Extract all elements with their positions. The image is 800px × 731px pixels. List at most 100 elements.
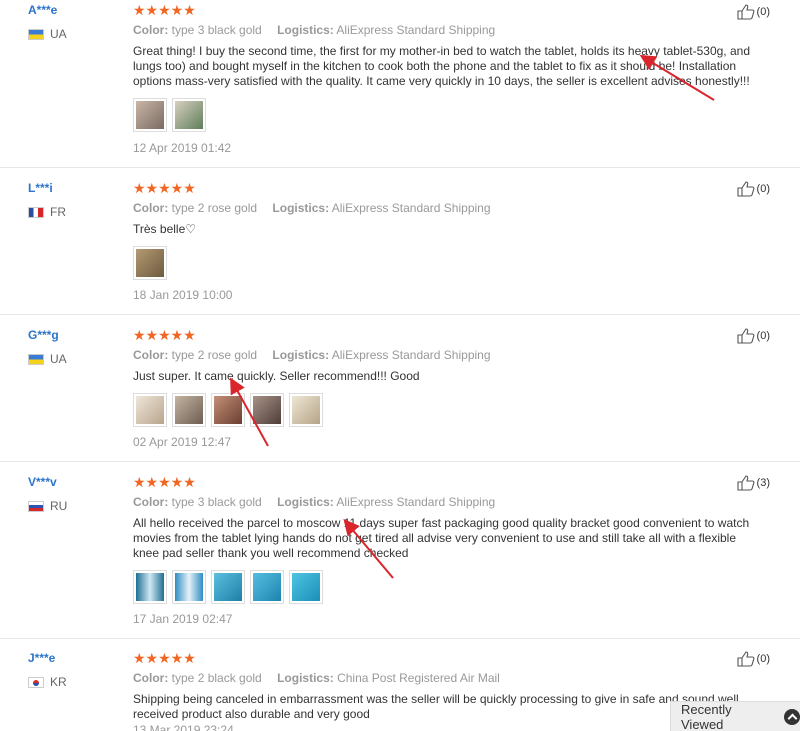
review-body: ★★★★★ Color: type 2 rose gold Logistics:… (133, 181, 760, 280)
flag-icon (28, 206, 44, 218)
flag-icon (28, 500, 44, 512)
review-photo-thumbnail[interactable] (211, 393, 245, 427)
review-date: 02 Apr 2019 12:47 (133, 435, 232, 449)
reviews-feed: A***e UA ★★★★★ Color: type 3 black gold … (0, 0, 800, 731)
country-code: UA (50, 27, 67, 41)
review-photo-thumbnail[interactable] (250, 393, 284, 427)
like-count: (3) (756, 477, 770, 489)
logistics-value: China Post Registered Air Mail (337, 671, 500, 685)
review-body: ★★★★★ Color: type 2 black gold Logistics… (133, 651, 760, 722)
like-count: (0) (756, 6, 770, 18)
country-code: UA (50, 352, 67, 366)
star-rating: ★★★★★ (133, 650, 196, 666)
review-text: Très belle♡ (133, 222, 196, 236)
review-photo-thumbnail[interactable] (211, 570, 245, 604)
reviewer-country: UA (28, 352, 67, 366)
color-label: Color: (133, 348, 169, 362)
reviewer-country: KR (28, 675, 67, 689)
review-photo-thumbnail[interactable] (250, 570, 284, 604)
review-body: ★★★★★ Color: type 2 rose gold Logistics:… (133, 328, 760, 427)
review-photo-thumbnail[interactable] (172, 98, 206, 132)
color-value: type 2 black gold (171, 671, 262, 685)
reviewer-info: A***e UA (28, 3, 67, 41)
like-button[interactable]: (0) (736, 651, 770, 667)
like-button[interactable]: (0) (736, 181, 770, 197)
review-body: ★★★★★ Color: type 3 black gold Logistics… (133, 3, 760, 132)
review-text: Just super. It came quickly. Seller reco… (133, 369, 420, 383)
review-meta: Color: type 2 rose gold Logistics: AliEx… (133, 201, 760, 215)
review-item: A***e UA ★★★★★ Color: type 3 black gold … (0, 0, 800, 168)
star-rating: ★★★★★ (133, 180, 196, 196)
reviewer-info: G***g UA (28, 328, 67, 366)
review-text: Shipping being canceled in embarrassment… (133, 692, 739, 721)
review-photo-thumbnail[interactable] (289, 393, 323, 427)
reviewer-name[interactable]: J***e (28, 651, 67, 665)
review-photos (133, 98, 760, 132)
like-count: (0) (756, 653, 770, 665)
review-meta: Color: type 3 black gold Logistics: AliE… (133, 495, 760, 509)
like-count: (0) (756, 330, 770, 342)
review-date: 12 Apr 2019 01:42 (133, 141, 232, 155)
color-label: Color: (133, 671, 169, 685)
review-text: Great thing! I buy the second time, the … (133, 44, 750, 88)
country-code: FR (50, 205, 66, 219)
star-rating: ★★★★★ (133, 327, 196, 343)
country-code: RU (50, 499, 68, 513)
thumbs-up-icon (736, 4, 754, 20)
color-value: type 3 black gold (171, 23, 262, 37)
review-photo-thumbnail[interactable] (172, 570, 206, 604)
review-body: ★★★★★ Color: type 3 black gold Logistics… (133, 475, 760, 604)
reviewer-name[interactable]: V***v (28, 475, 67, 489)
reviewer-name[interactable]: G***g (28, 328, 67, 342)
review-photo-thumbnail[interactable] (133, 246, 167, 280)
logistics-value: AliExpress Standard Shipping (336, 23, 496, 37)
reviewer-name[interactable]: A***e (28, 3, 67, 17)
recently-viewed-button[interactable]: Recently Viewed (670, 701, 800, 731)
reviewer-info: V***v RU (28, 475, 67, 513)
color-value: type 2 rose gold (171, 201, 258, 215)
review-photo-thumbnail[interactable] (133, 570, 167, 604)
review-photos (133, 246, 760, 280)
logistics-label: Logistics: (277, 23, 334, 37)
review-photo-thumbnail[interactable] (289, 570, 323, 604)
country-code: KR (50, 675, 67, 689)
like-button[interactable]: (0) (736, 328, 770, 344)
review-photo-thumbnail[interactable] (172, 393, 206, 427)
flag-icon (28, 28, 44, 40)
review-item: V***v RU ★★★★★ Color: type 3 black gold … (0, 462, 800, 639)
star-rating: ★★★★★ (133, 2, 196, 18)
review-date: 17 Jan 2019 02:47 (133, 612, 233, 626)
reviewer-info: J***e KR (28, 651, 67, 689)
color-value: type 3 black gold (171, 495, 262, 509)
review-meta: Color: type 2 black gold Logistics: Chin… (133, 671, 760, 685)
thumbs-up-icon (736, 475, 754, 491)
reviewer-country: FR (28, 205, 66, 219)
like-button[interactable]: (3) (736, 475, 770, 491)
logistics-value: AliExpress Standard Shipping (331, 348, 491, 362)
like-button[interactable]: (0) (736, 4, 770, 20)
like-count: (0) (756, 183, 770, 195)
flag-icon (28, 676, 44, 688)
review-date: 13 Mar 2019 23:24 (133, 723, 234, 731)
logistics-label: Logistics: (277, 671, 334, 685)
color-label: Color: (133, 23, 169, 37)
flag-icon (28, 353, 44, 365)
chevron-up-icon (784, 708, 800, 725)
logistics-label: Logistics: (272, 348, 330, 362)
logistics-value: AliExpress Standard Shipping (331, 201, 491, 215)
review-photo-thumbnail[interactable] (133, 393, 167, 427)
thumbs-up-icon (736, 651, 754, 667)
reviewer-country: UA (28, 27, 67, 41)
thumbs-up-icon (736, 328, 754, 344)
review-photos (133, 570, 760, 604)
logistics-label: Logistics: (277, 495, 334, 509)
review-meta: Color: type 3 black gold Logistics: AliE… (133, 23, 760, 37)
reviewer-info: L***i FR (28, 181, 66, 219)
thumbs-up-icon (736, 181, 754, 197)
star-rating: ★★★★★ (133, 474, 196, 490)
reviewer-country: RU (28, 499, 67, 513)
reviewer-name[interactable]: L***i (28, 181, 66, 195)
color-label: Color: (133, 201, 169, 215)
review-photo-thumbnail[interactable] (133, 98, 167, 132)
color-value: type 2 rose gold (171, 348, 258, 362)
